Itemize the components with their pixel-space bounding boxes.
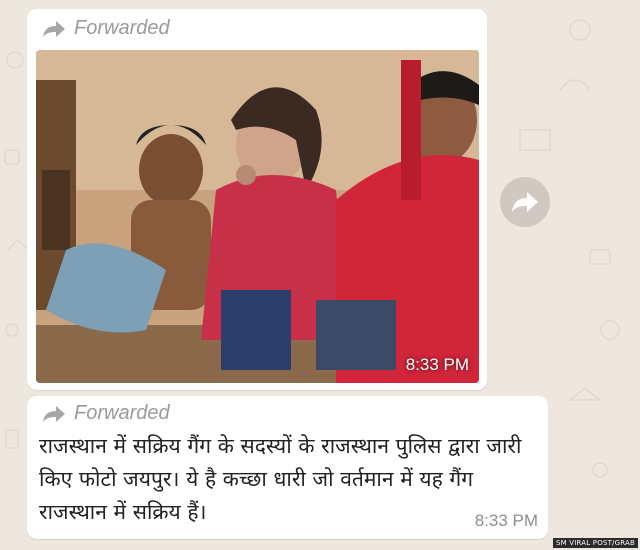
photo-illustration <box>36 50 479 383</box>
forwarded-arrow-icon <box>43 405 65 422</box>
forward-arrow-icon <box>512 192 538 212</box>
forwarded-text: Forwarded <box>74 17 170 39</box>
forwarded-label: Forwarded <box>42 402 170 425</box>
forward-message-button[interactable] <box>500 177 550 227</box>
photo-timestamp: 8:33 PM <box>405 355 469 374</box>
forwarded-label: Forwarded <box>42 17 170 40</box>
message-text: राजस्थान में सक्रिय गैंग के सदस्यों के र… <box>39 434 522 524</box>
forwarded-arrow-icon <box>43 20 65 37</box>
message-bubble-photo[interactable]: Forwarded 8:33 PM <box>27 9 487 390</box>
message-bubble-text[interactable]: Forwarded राजस्थान में सक्रिय गैंग के सद… <box>27 396 548 539</box>
message-photo[interactable]: 8:33 PM <box>36 50 479 383</box>
forwarded-text: Forwarded <box>74 402 170 424</box>
message-timestamp: 8:33 PM <box>474 511 538 530</box>
image-credit: SM VIRAL POST/GRAB <box>552 538 638 548</box>
